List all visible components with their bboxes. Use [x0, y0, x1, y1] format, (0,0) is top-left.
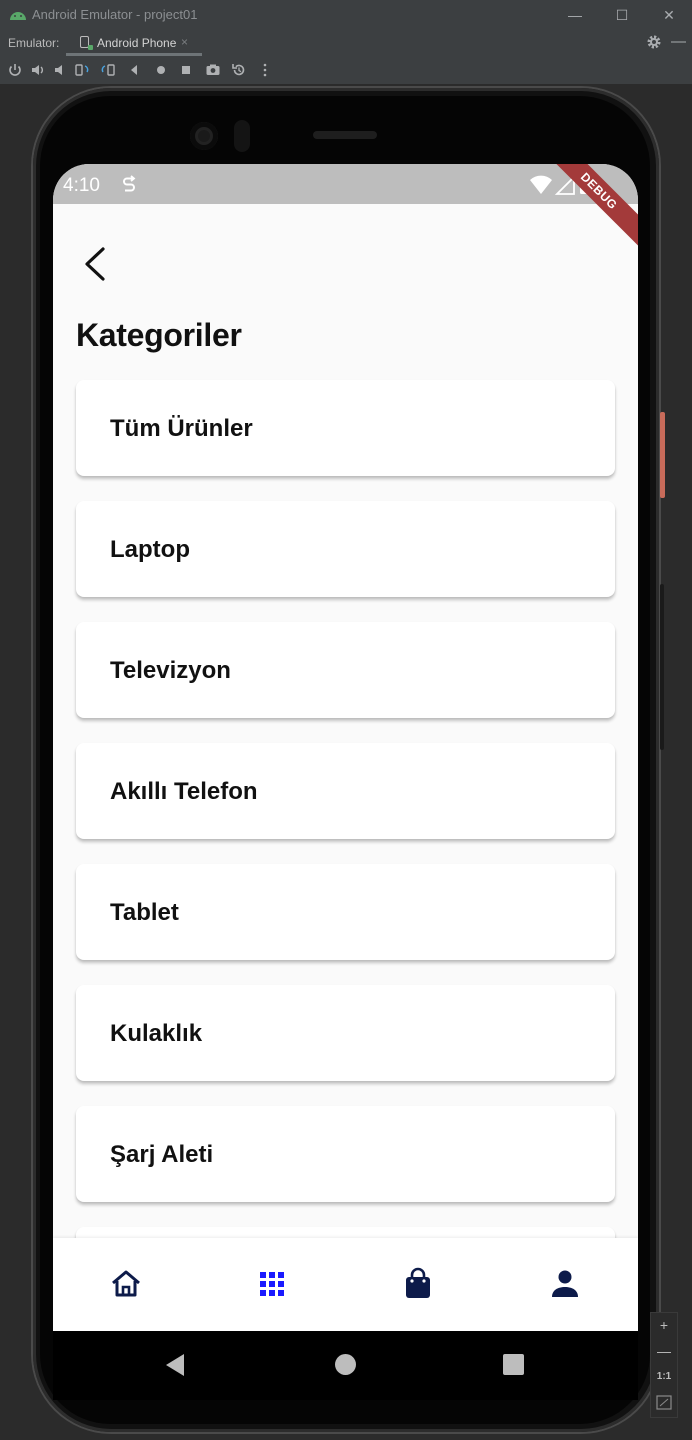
system-recents-icon[interactable]	[503, 1354, 524, 1375]
home-icon[interactable]	[153, 62, 169, 78]
volume-up-icon[interactable]	[30, 62, 46, 78]
wifi-icon	[530, 175, 552, 194]
category-card-tum-urunler[interactable]: Tüm Ürünler	[76, 380, 615, 476]
rotate-left-icon[interactable]	[74, 62, 90, 78]
tab-label: Android Phone	[97, 36, 177, 50]
maximize-button[interactable]: ☐	[611, 4, 633, 26]
category-card-laptop[interactable]: Laptop	[76, 501, 615, 597]
zoom-out-button[interactable]: —	[651, 1339, 677, 1363]
emulator-label: Emulator:	[8, 36, 60, 50]
bottom-navigation	[53, 1238, 638, 1331]
emulator-toolbar	[0, 56, 692, 84]
category-card-kulaklik[interactable]: Kulaklık	[76, 985, 615, 1081]
sync-icon	[123, 175, 136, 192]
more-icon[interactable]	[257, 62, 273, 78]
status-bar: 4:10 DEBUG	[53, 164, 638, 252]
category-card-sarj-aleti[interactable]: Şarj Aleti	[76, 1106, 615, 1202]
volume-down-icon[interactable]	[52, 62, 68, 78]
shopping-bag-icon[interactable]	[400, 1266, 436, 1302]
category-card-televizyon[interactable]: Televizyon	[76, 622, 615, 718]
category-label: Akıllı Telefon	[110, 778, 258, 805]
window-titlebar: Android Emulator - project01 — ☐ ✕	[0, 0, 692, 30]
back-arrow-icon[interactable]	[77, 244, 113, 284]
category-list: Tüm Ürünler Laptop Televizyon Akıllı Tel…	[76, 380, 615, 1348]
category-card-akilli-telefon[interactable]: Akıllı Telefon	[76, 743, 615, 839]
proximity-sensor	[234, 120, 250, 152]
volume-side-button[interactable]	[660, 584, 664, 750]
system-navigation-bar	[53, 1331, 638, 1400]
zoom-actual-size-button[interactable]: 1:1	[651, 1365, 677, 1389]
home-icon[interactable]	[108, 1266, 144, 1302]
page-title: Kategoriler	[76, 317, 242, 353]
rotate-right-icon[interactable]	[100, 62, 116, 78]
tab-android-phone[interactable]: Android Phone ×	[66, 30, 202, 56]
zoom-controls: + — 1:1	[650, 1312, 678, 1418]
category-label: Kulaklık	[110, 1020, 203, 1047]
category-label: Şarj Aleti	[110, 1141, 214, 1168]
device-icon	[80, 36, 93, 50]
front-camera	[190, 122, 218, 150]
android-logo-icon	[10, 12, 26, 20]
status-clock: 4:10	[63, 175, 100, 196]
snapshot-icon[interactable]	[231, 62, 247, 78]
system-back-icon[interactable]	[164, 1353, 186, 1377]
back-icon[interactable]	[126, 62, 142, 78]
close-window-button[interactable]: ✕	[658, 4, 680, 26]
minimize-button[interactable]: —	[564, 4, 586, 26]
zoom-in-button[interactable]: +	[651, 1313, 677, 1337]
category-label: Televizyon	[110, 657, 231, 684]
emulator-tabbar: Emulator: Android Phone × —	[0, 30, 692, 56]
power-side-button[interactable]	[660, 412, 665, 498]
grid-icon[interactable]	[254, 1266, 290, 1302]
window-title: Android Emulator - project01	[32, 7, 198, 22]
category-label: Tablet	[110, 899, 179, 926]
person-icon[interactable]	[547, 1266, 583, 1302]
device-screen: 4:10 DEBUG Kategoriler Tüm Ürünler Lapto…	[53, 164, 638, 1400]
hide-panel-button[interactable]: —	[671, 33, 686, 50]
system-home-icon[interactable]	[335, 1354, 356, 1375]
category-card-tablet[interactable]: Tablet	[76, 864, 615, 960]
category-label: Laptop	[110, 536, 190, 563]
power-icon[interactable]	[7, 62, 23, 78]
overview-icon[interactable]	[178, 62, 194, 78]
tab-close-button[interactable]: ×	[181, 35, 188, 49]
zoom-fit-icon[interactable]	[651, 1391, 677, 1415]
earpiece-speaker	[313, 131, 377, 139]
category-label: Tüm Ürünler	[110, 415, 253, 442]
gear-icon[interactable]	[646, 34, 662, 50]
screenshot-icon[interactable]	[205, 62, 221, 78]
